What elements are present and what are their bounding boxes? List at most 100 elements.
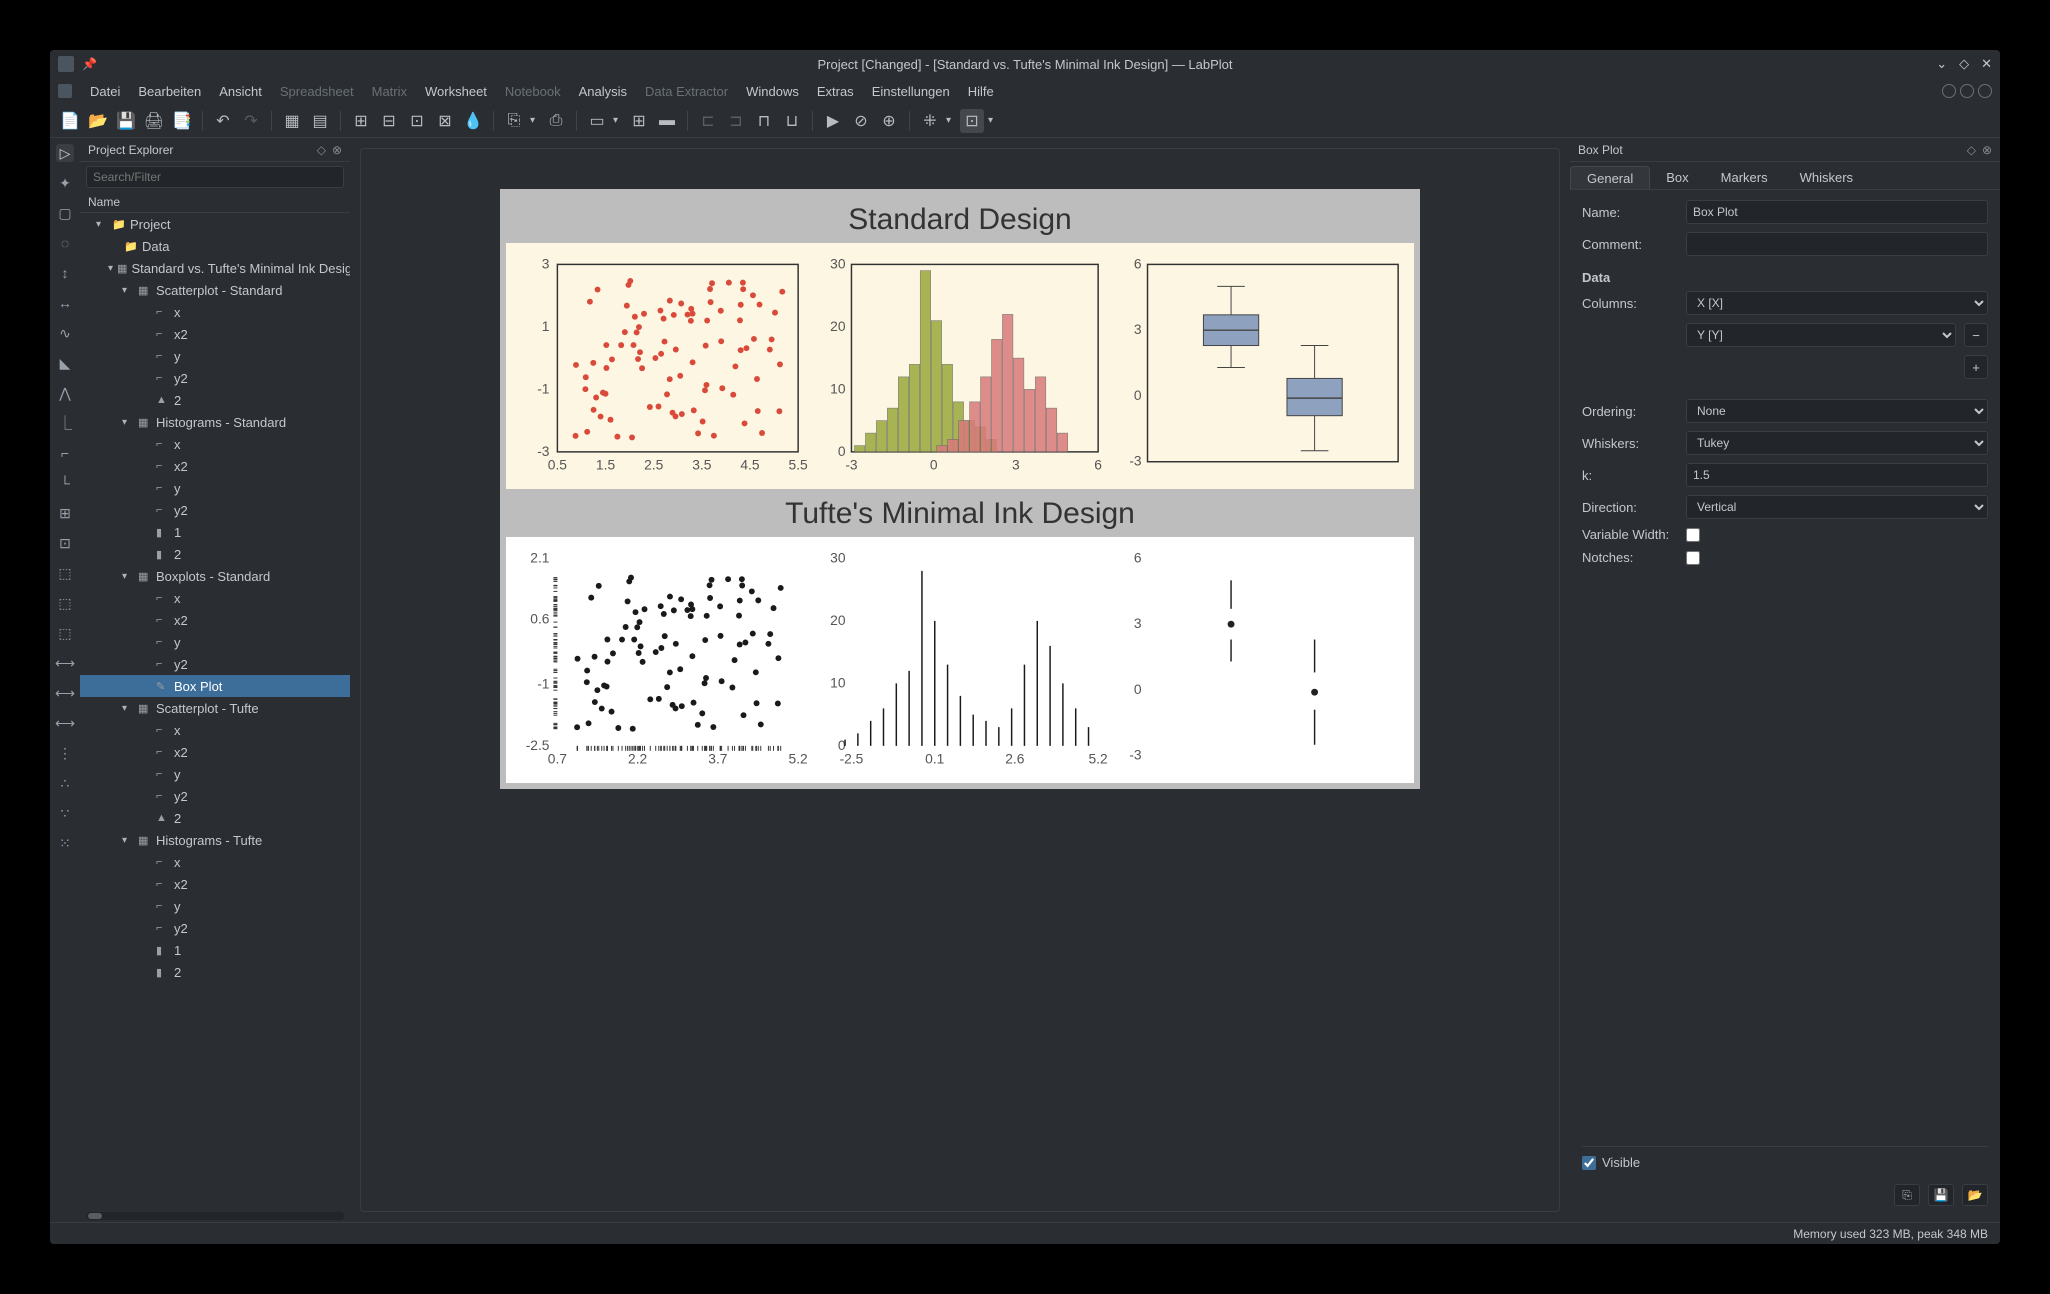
search-input[interactable]	[86, 166, 344, 188]
menu-datei[interactable]: Datei	[90, 84, 120, 99]
tool-icon[interactable]: ⊞	[349, 109, 373, 133]
menu-extras[interactable]: Extras	[817, 84, 854, 99]
grid-icon[interactable]: ▦	[280, 109, 304, 133]
tree-item[interactable]: ▲2	[80, 807, 350, 829]
stop-icon[interactable]: ⊘	[849, 109, 873, 133]
scatter-standard[interactable]: -3-1130.51.52.53.54.55.5	[512, 253, 808, 483]
column2-select[interactable]: Y [Y]	[1686, 323, 1956, 347]
tree-item[interactable]: ⌐x	[80, 851, 350, 873]
panel-menu-icon[interactable]: ◇	[317, 143, 326, 157]
crosshair-tool-icon[interactable]: ✦	[56, 174, 74, 192]
tree-item[interactable]: ⌐y2	[80, 499, 350, 521]
layout-icon[interactable]: ▭	[585, 109, 609, 133]
layout-icon[interactable]: ⊞	[627, 109, 651, 133]
whiskers-select[interactable]: Tukey	[1686, 431, 1988, 455]
tab-whiskers[interactable]: Whiskers	[1784, 166, 1869, 189]
menu-einstellungen[interactable]: Einstellungen	[872, 84, 950, 99]
save-icon[interactable]: 💾	[114, 109, 138, 133]
scatter-tool-icon[interactable]: ∴	[56, 774, 74, 792]
corner-icon[interactable]: └	[56, 474, 74, 492]
tree-item[interactable]: ⌐x2	[80, 323, 350, 345]
dropdown-icon[interactable]: ▾	[988, 115, 998, 126]
load-icon[interactable]: 📂	[1962, 1184, 1988, 1206]
tree-item[interactable]: ⌐y2	[80, 367, 350, 389]
tree-item[interactable]: ⌐x	[80, 719, 350, 741]
tree-item[interactable]: ⌐x	[80, 301, 350, 323]
hline-icon[interactable]: ⎿	[56, 414, 74, 432]
tree-item[interactable]: ▾▦Standard vs. Tufte's Minimal Ink Desig…	[80, 257, 350, 279]
more-tool-icon[interactable]: ⋮	[56, 744, 74, 762]
export-worksheet-icon[interactable]: ⎘	[502, 109, 526, 133]
curve-tool-icon[interactable]: ∿	[56, 324, 74, 342]
rect-select-icon[interactable]: ▢	[56, 204, 74, 222]
histogram-standard[interactable]: 0102030-3036	[812, 253, 1108, 483]
pointer-tool-icon[interactable]: ▷	[56, 144, 74, 162]
panel-menu-icon[interactable]: ◇	[1967, 143, 1976, 157]
axis-tool-icon[interactable]: ↕	[56, 264, 74, 282]
cursor-icon[interactable]: ⁜	[918, 109, 942, 133]
vline-icon[interactable]: ⌐	[56, 444, 74, 462]
scatter-tufte[interactable]: -2.5-10.62.10.72.23.75.2	[512, 547, 808, 777]
tool-icon[interactable]: ⊠	[433, 109, 457, 133]
menu-bearbeiten[interactable]: Bearbeiten	[138, 84, 201, 99]
select-tool-icon[interactable]: ⬚	[56, 624, 74, 642]
boxplot-tufte[interactable]: -3036	[1112, 547, 1408, 777]
target-icon[interactable]: ⊕	[877, 109, 901, 133]
select-tool-icon[interactable]: ⬚	[56, 594, 74, 612]
open-icon[interactable]: 📂	[86, 109, 110, 133]
dropdown-icon[interactable]: ▾	[613, 115, 623, 126]
close-button[interactable]: ✕	[1981, 56, 1992, 72]
menu-ansicht[interactable]: Ansicht	[219, 84, 262, 99]
tree-item[interactable]: ▲2	[80, 389, 350, 411]
tree-item[interactable]: ▮1	[80, 521, 350, 543]
new-icon[interactable]: 📄	[58, 109, 82, 133]
span-tool-icon[interactable]: ⟷	[56, 714, 74, 732]
color-icon[interactable]: 💧	[461, 109, 485, 133]
panel-close-icon[interactable]: ⊗	[332, 143, 342, 157]
tool-icon[interactable]: ⊓	[752, 109, 776, 133]
circle-icon[interactable]	[1978, 84, 1992, 98]
minimize-button[interactable]: ⌄	[1936, 56, 1947, 72]
maximize-button[interactable]: ◇	[1959, 56, 1969, 72]
tab-markers[interactable]: Markers	[1705, 166, 1784, 189]
tab-general[interactable]: General	[1570, 166, 1650, 189]
varwidth-checkbox[interactable]	[1686, 528, 1700, 542]
menu-worksheet[interactable]: Worksheet	[425, 84, 487, 99]
circle-icon[interactable]	[1960, 84, 1974, 98]
span-tool-icon[interactable]: ⟷	[56, 684, 74, 702]
tree-item[interactable]: ▾▦Scatterplot - Standard	[80, 279, 350, 301]
save-icon[interactable]: 💾	[1928, 1184, 1954, 1206]
add-column-button[interactable]: +	[1964, 355, 1988, 379]
app-menu-icon[interactable]	[58, 84, 72, 98]
comment-input[interactable]	[1686, 232, 1988, 256]
tree-item[interactable]: ▮2	[80, 543, 350, 565]
undo-icon[interactable]: ↶	[211, 109, 235, 133]
name-input[interactable]	[1686, 200, 1988, 224]
scrollbar[interactable]	[86, 1212, 344, 1220]
tree-item[interactable]: ⌐y	[80, 895, 350, 917]
tree-item[interactable]: ⌐y2	[80, 785, 350, 807]
panel-close-icon[interactable]: ⊗	[1982, 143, 1992, 157]
direction-select[interactable]: Vertical	[1686, 495, 1988, 519]
boxplot-standard[interactable]: -3036	[1112, 253, 1408, 483]
tree-item[interactable]: ✎Box Plot	[80, 675, 350, 697]
ordering-select[interactable]: None	[1686, 399, 1988, 423]
menu-windows[interactable]: Windows	[746, 84, 799, 99]
print-icon[interactable]: 🖨	[142, 109, 166, 133]
lasso-icon[interactable]: ◌	[56, 234, 74, 252]
k-input[interactable]	[1686, 463, 1988, 487]
tree-item[interactable]: ⌐y2	[80, 917, 350, 939]
tree-item[interactable]: ▾▦Boxplots - Standard	[80, 565, 350, 587]
tree-item[interactable]: ⌐x2	[80, 455, 350, 477]
tree-item[interactable]: 📁Data	[80, 235, 350, 257]
span-tool-icon[interactable]: ⟷	[56, 654, 74, 672]
tree-item[interactable]: ⌐y	[80, 763, 350, 785]
tree-view[interactable]: ▾📁Project📁Data▾▦Standard vs. Tufte's Min…	[80, 213, 350, 1210]
tree-item[interactable]: ⌐x2	[80, 609, 350, 631]
export-icon[interactable]: 📑	[170, 109, 194, 133]
worksheet-canvas[interactable]: Standard Design -3-1130.51.52.53.54.55.5…	[350, 138, 1570, 1222]
tree-item[interactable]: ▮1	[80, 939, 350, 961]
tree-item[interactable]: ▾▦Histograms - Tufte	[80, 829, 350, 851]
fill-tool-icon[interactable]: ◣	[56, 354, 74, 372]
menu-analysis[interactable]: Analysis	[579, 84, 627, 99]
